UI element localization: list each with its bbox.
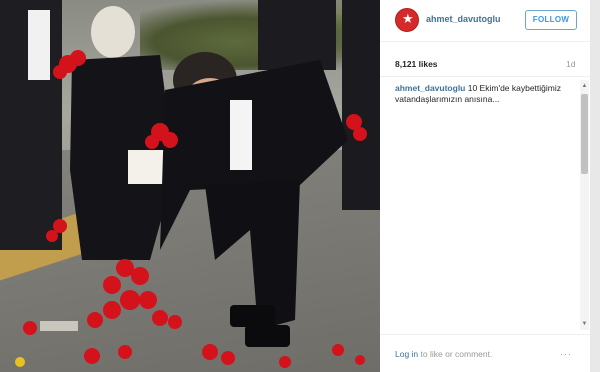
- avatar[interactable]: ★: [395, 8, 419, 32]
- comments-scrollbar[interactable]: ▲ ▼: [580, 80, 589, 330]
- star-icon: ★: [402, 12, 414, 27]
- photo-person-right: [342, 0, 380, 210]
- scroll-up-arrow-icon[interactable]: ▲: [580, 82, 589, 90]
- photo-woman-headscarf: [91, 6, 135, 58]
- photo-person-back: [258, 0, 336, 70]
- scroll-thumb[interactable]: [581, 94, 588, 174]
- post-header: ★ ahmet_davutoglu FOLLOW: [380, 0, 590, 42]
- post-photo[interactable]: [0, 0, 380, 372]
- caption: ahmet_davutoglu 10 Ekim'de kaybettiğimiz…: [395, 83, 565, 105]
- post-footer: Log in to like or comment. ···: [380, 334, 590, 372]
- more-options-icon[interactable]: ···: [560, 349, 572, 359]
- login-prompt: Log in to like or comment.: [395, 349, 492, 359]
- caption-author-link[interactable]: ahmet_davutoglu: [395, 83, 465, 93]
- window-edge: [590, 0, 600, 372]
- follow-button[interactable]: FOLLOW: [525, 10, 577, 30]
- post-age[interactable]: 1d: [566, 59, 575, 69]
- comments-area[interactable]: ahmet_davutoglu 10 Ekim'de kaybettiğimiz…: [380, 76, 590, 334]
- username-link[interactable]: ahmet_davutoglu: [426, 14, 501, 24]
- login-prompt-text: to like or comment.: [418, 349, 493, 359]
- scroll-down-arrow-icon[interactable]: ▼: [580, 320, 589, 328]
- photo-scene: [0, 0, 380, 368]
- login-link[interactable]: Log in: [395, 349, 418, 359]
- likes-count[interactable]: 8,121 likes: [395, 59, 438, 69]
